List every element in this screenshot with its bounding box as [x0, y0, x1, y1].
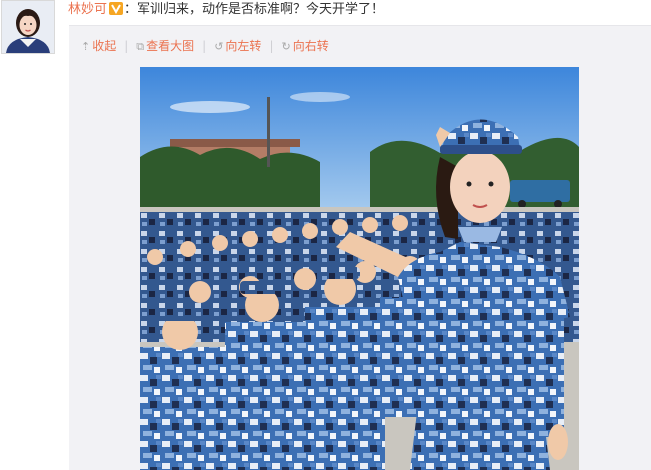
rotate-left-button[interactable]: ↺ 向左转 [214, 36, 261, 57]
external-view-icon: ⧉ [136, 40, 145, 53]
arrow-up-icon: ⇡ [81, 40, 91, 53]
media-expand-card: ⇡ 收起 | ⧉ 查看大图 | ↺ 向左转 | ↻ 向右转 [69, 25, 651, 470]
rotate-right-label: 向右转 [292, 39, 329, 53]
rotate-right-button[interactable]: ↻ 向右转 [281, 36, 328, 57]
author-name-link[interactable]: 林妙可 [68, 2, 107, 17]
verified-v-icon[interactable] [109, 2, 124, 15]
collapse-button[interactable]: ⇡ 收起 [81, 36, 116, 57]
toolbar-divider: | [124, 39, 129, 53]
post-photo[interactable] [140, 67, 579, 470]
view-large-button[interactable]: ⧉ 查看大图 [136, 36, 194, 57]
rotate-right-icon: ↻ [281, 40, 291, 53]
avatar[interactable] [1, 0, 55, 54]
view-large-label: 查看大图 [146, 39, 195, 53]
collapse-label: 收起 [92, 39, 117, 53]
post-text: ：军训归来，动作是否标准啊？今天开学了！ [124, 2, 385, 17]
rotate-left-label: 向左转 [225, 39, 262, 53]
toolbar-divider: | [269, 39, 274, 53]
post-header: 林妙可 ：军训归来，动作是否标准啊？今天开学了！ [68, 0, 384, 20]
rotate-left-icon: ↺ [214, 40, 224, 53]
toolbar-divider: | [202, 39, 207, 53]
media-toolbar: ⇡ 收起 | ⧉ 查看大图 | ↺ 向左转 | ↻ 向右转 [81, 36, 329, 56]
